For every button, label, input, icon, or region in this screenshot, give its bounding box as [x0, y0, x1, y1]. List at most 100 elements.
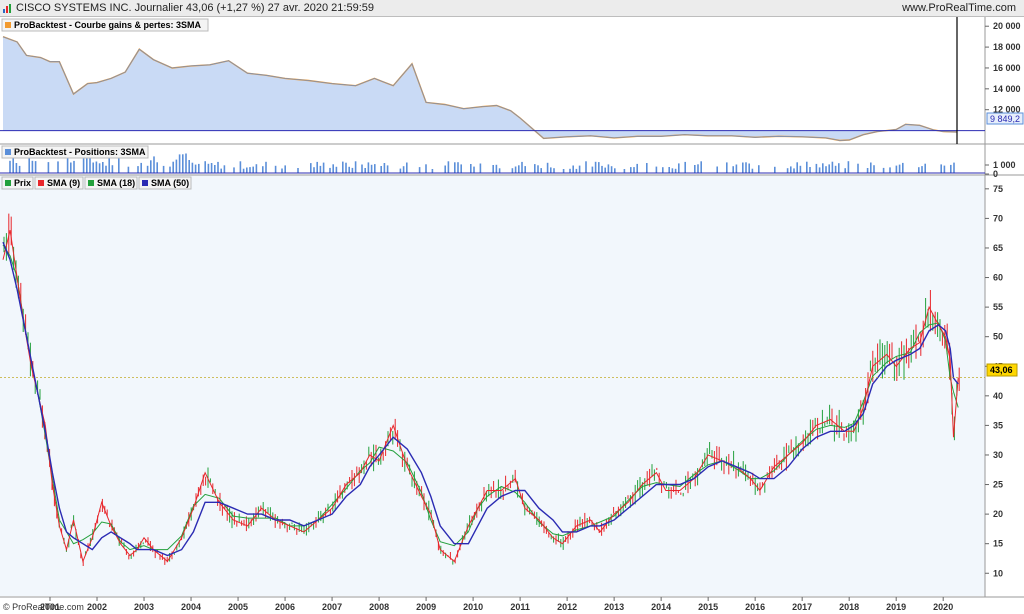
position-bar	[534, 164, 536, 173]
x-tick-label: 2006	[275, 602, 295, 612]
price-legend: Prix SMA (9) SMA (18) SMA (50)	[1, 176, 192, 190]
position-bar	[217, 161, 219, 173]
positions-legend[interactable]: ProBacktest - Positions: 3SMA	[1, 145, 149, 159]
position-bar	[726, 162, 728, 173]
position-bar	[402, 166, 405, 173]
position-bar	[185, 153, 187, 173]
equity-legend[interactable]: ProBacktest - Courbe gains & pertes: 3SM…	[1, 18, 209, 32]
position-bar	[246, 167, 248, 173]
position-bar	[351, 167, 354, 173]
position-bar	[162, 165, 165, 173]
position-bar	[156, 162, 158, 173]
position-bar	[514, 166, 517, 173]
position-bar	[15, 163, 18, 173]
equity-y-tick-label: 20 000	[993, 21, 1021, 31]
position-bar	[367, 162, 370, 173]
position-bar	[242, 168, 245, 173]
position-bar	[146, 165, 149, 173]
position-bar	[214, 165, 216, 173]
position-bar	[316, 161, 318, 173]
position-bar	[239, 161, 242, 173]
position-bar	[431, 169, 434, 173]
position-bar	[748, 163, 750, 173]
position-bar	[857, 163, 859, 173]
footer-credit: © ProRealTime.com	[3, 602, 84, 612]
position-bar	[745, 162, 747, 173]
window-header: CISCO SYSTEMS INC. Journalier 43,06 (+1,…	[0, 0, 1024, 17]
position-bar	[924, 163, 926, 173]
legend-prix[interactable]: Prix	[1, 176, 34, 190]
position-bar	[806, 161, 808, 173]
position-bar	[575, 168, 578, 173]
position-bar	[140, 162, 142, 173]
position-bar	[818, 167, 821, 173]
position-bar	[684, 161, 686, 173]
position-bar	[322, 162, 325, 173]
legend-sma9-label: SMA (9)	[47, 178, 80, 188]
position-bar	[118, 157, 120, 173]
position-bar	[18, 165, 21, 173]
legend-sma18[interactable]: SMA (18)	[84, 176, 138, 190]
x-tick-label: 2005	[228, 602, 248, 612]
position-bar	[831, 161, 834, 173]
price-y-tick-label: 70	[993, 213, 1003, 223]
position-bar	[540, 168, 542, 173]
position-bar	[601, 165, 603, 173]
position-bar	[518, 165, 520, 173]
position-bar	[511, 168, 514, 173]
position-bar	[454, 162, 456, 173]
position-bar	[399, 168, 402, 173]
chart-canvas[interactable]: 20 00018 00016 00014 00012 0001 00007570…	[0, 17, 1024, 614]
position-bar	[847, 161, 850, 173]
x-tick-label: 2008	[369, 602, 389, 612]
position-bar	[873, 165, 875, 173]
position-bar	[790, 166, 792, 173]
position-bar	[191, 162, 194, 173]
position-bar	[838, 163, 840, 173]
position-bar	[319, 165, 322, 173]
position-bar	[662, 167, 664, 173]
price-y-tick-label: 50	[993, 332, 1003, 342]
position-bar	[207, 163, 210, 173]
position-bar	[255, 164, 258, 173]
site-link[interactable]: www.ProRealTime.com	[902, 2, 1016, 14]
x-tick-label: 2011	[510, 602, 530, 612]
position-bar	[562, 169, 565, 173]
position-bar	[345, 162, 347, 173]
y-axis-ticks: 20 00018 00016 00014 00012 0001 00007570…	[985, 21, 1021, 578]
position-bar	[425, 164, 427, 173]
x-tick-label: 2009	[416, 602, 436, 612]
position-bar	[834, 165, 837, 173]
position-bar	[921, 166, 923, 173]
position-bar	[751, 168, 754, 173]
position-bar	[793, 168, 795, 173]
equity-legend-label: ProBacktest - Courbe gains & pertes: 3SM…	[14, 20, 202, 30]
price-y-tick-label: 60	[993, 273, 1003, 283]
position-bar	[105, 165, 107, 173]
position-bar	[47, 162, 50, 173]
x-tick-label: 2017	[792, 602, 812, 612]
position-bar	[418, 167, 421, 173]
position-bar	[169, 166, 171, 173]
x-tick-label: 2013	[604, 602, 624, 612]
position-bar	[578, 165, 581, 173]
position-bar	[630, 167, 632, 173]
position-bar	[591, 166, 594, 173]
position-bar	[31, 160, 34, 173]
position-bar	[460, 164, 462, 173]
position-bar	[646, 163, 648, 173]
position-bar	[457, 162, 459, 173]
position-bar	[774, 166, 776, 173]
last-price-tag: 43,06	[986, 363, 1018, 377]
position-bar	[252, 166, 254, 173]
position-bar	[470, 164, 472, 173]
position-bar	[898, 164, 901, 173]
position-bar	[607, 164, 610, 173]
position-bar	[342, 161, 344, 173]
position-bar	[188, 160, 190, 173]
position-bar	[598, 162, 600, 173]
position-bar	[700, 161, 702, 173]
legend-sma50[interactable]: SMA (50)	[138, 176, 192, 190]
position-bar	[636, 163, 638, 173]
legend-sma9[interactable]: SMA (9)	[34, 176, 84, 190]
